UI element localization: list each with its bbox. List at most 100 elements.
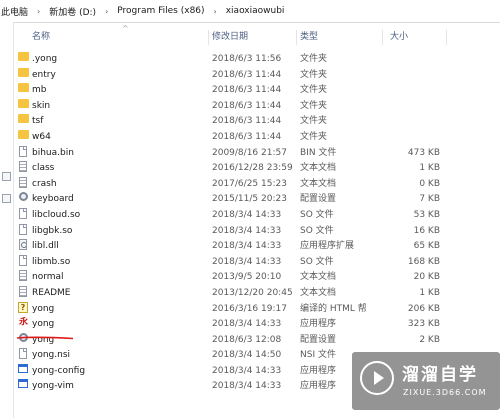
file-modified-date: 2018/6/3 11:44 [212, 69, 282, 80]
column-header-size[interactable]: 大小 [390, 28, 408, 46]
file-type: 应用程序 [300, 319, 337, 330]
app-icon: 永 [18, 317, 28, 328]
file-row[interactable]: class 2016/12/28 23:59 文本文档 1 KB [14, 161, 500, 177]
breadcrumb-separator[interactable]: › [206, 7, 225, 16]
file-type: 文本文档 [300, 287, 337, 298]
text-file-icon [19, 161, 27, 173]
pin-icon [2, 172, 11, 181]
file-row[interactable]: ? yong 2016/3/16 19:17 编译的 HTML 帮 206 KB [14, 301, 500, 318]
file-modified-date: 2018/6/3 11:44 [212, 116, 282, 127]
file-name: skin [32, 100, 51, 111]
file-row[interactable]: yong 2018/6/3 12:08 配置设置 2 KB [14, 332, 500, 349]
file-name: libgbk.so [32, 225, 73, 236]
file-name: w64 [32, 131, 51, 142]
column-headers: ^ 名称 修改日期 类型 大小 [14, 24, 500, 46]
window-app-icon [18, 379, 28, 389]
pin-icon [2, 194, 11, 203]
file-name: keyboard [32, 194, 74, 205]
file-type: SO 文件 [300, 225, 334, 236]
folder-icon [18, 98, 29, 108]
red-annotation-underline [16, 336, 74, 340]
config-file-icon [19, 192, 28, 202]
file-modified-date: 2015/11/5 20:23 [212, 194, 287, 205]
file-size: 206 KB [407, 303, 440, 314]
file-type: 文本文档 [300, 272, 337, 283]
file-icon [19, 145, 27, 157]
watermark-title: 溜溜自学 [402, 365, 478, 385]
column-header-type[interactable]: 类型 [300, 28, 318, 46]
file-modified-date: 2009/8/16 21:57 [212, 147, 287, 158]
help-file-icon: ? [18, 301, 28, 313]
file-row[interactable]: skin 2018/6/3 11:44 文件夹 [14, 98, 500, 115]
file-type: 文件夹 [300, 116, 328, 127]
column-divider[interactable] [382, 30, 383, 45]
file-size: 1 KB [419, 287, 440, 298]
file-modified-date: 2018/3/4 14:50 [212, 350, 282, 361]
address-bar[interactable]: 此电脑 › 新加卷 (D:) › Program Files (x86) › x… [0, 0, 500, 23]
folder-icon [18, 83, 29, 93]
file-row[interactable]: crash 2017/6/25 15:23 文本文档 0 KB [14, 176, 500, 193]
file-row[interactable]: libl.dll 2018/3/4 14:33 应用程序扩展 65 KB [14, 239, 500, 255]
folder-icon [18, 67, 29, 77]
breadcrumb-current-folder[interactable]: xiaoxiaowubi [225, 6, 286, 16]
file-size: 2 KB [419, 334, 440, 345]
file-name: crash [32, 178, 57, 189]
file-icon [19, 223, 27, 235]
breadcrumb-this-pc[interactable]: 此电脑 [0, 5, 29, 18]
column-divider[interactable] [446, 30, 447, 45]
file-modified-date: 2016/12/28 23:59 [212, 163, 293, 174]
file-modified-date: 2018/6/3 12:08 [212, 334, 282, 345]
breadcrumb-separator[interactable]: › [97, 7, 116, 16]
file-type: 文件夹 [300, 131, 328, 142]
breadcrumb-separator[interactable]: › [29, 7, 48, 16]
column-header-date[interactable]: 修改日期 [212, 28, 248, 46]
file-type: 文件夹 [300, 54, 328, 64]
file-row[interactable]: libcloud.so 2018/3/4 14:33 SO 文件 53 KB [14, 207, 500, 224]
breadcrumb-program-files[interactable]: Program Files (x86) [116, 6, 205, 16]
file-row[interactable]: bihua.bin 2009/8/16 21:57 BIN 文件 473 KB [14, 145, 500, 162]
file-row[interactable]: tsf 2018/6/3 11:44 文件夹 [14, 114, 500, 130]
file-row[interactable]: normal 2013/9/5 20:10 文本文档 20 KB [14, 270, 500, 286]
file-type: 配置设置 [300, 194, 337, 205]
file-modified-date: 2018/3/4 14:33 [212, 319, 282, 330]
file-row[interactable]: README 2013/12/20 20:45 文本文档 1 KB [14, 285, 500, 302]
file-row[interactable]: libmb.so 2018/3/4 14:33 SO 文件 168 KB [14, 254, 500, 271]
file-row[interactable]: mb 2018/6/3 11:44 文件夹 [14, 83, 500, 99]
file-size: 1 KB [419, 163, 440, 174]
file-name: README [32, 287, 71, 298]
file-name: mb [32, 85, 47, 96]
file-type: 文件夹 [300, 85, 328, 96]
watermark: 溜溜自学 ZIXUE.3D66.COM [352, 352, 500, 410]
file-name: bihua.bin [32, 147, 74, 158]
file-type: BIN 文件 [300, 147, 337, 158]
file-modified-date: 2018/6/3 11:56 [212, 54, 282, 64]
text-file-icon [19, 176, 27, 188]
navigation-pane-edge[interactable] [0, 22, 14, 418]
file-modified-date: 2018/3/4 14:33 [212, 256, 282, 267]
breadcrumb-drive[interactable]: 新加卷 (D:) [48, 5, 97, 18]
column-divider[interactable] [296, 30, 297, 45]
file-size: 53 KB [413, 209, 440, 220]
file-name: libcloud.so [32, 209, 81, 220]
file-row[interactable]: .yong 2018/6/3 11:56 文件夹 [14, 52, 500, 68]
column-divider[interactable] [208, 30, 209, 45]
file-type: 文本文档 [300, 163, 337, 174]
file-icon [19, 207, 27, 219]
file-row[interactable]: entry 2018/6/3 11:44 文件夹 [14, 67, 500, 84]
file-row[interactable]: w64 2018/6/3 11:44 文件夹 [14, 129, 500, 146]
file-icon [19, 348, 27, 360]
file-size: 473 KB [407, 147, 440, 158]
file-type: SO 文件 [300, 209, 334, 220]
file-modified-date: 2018/6/3 11:44 [212, 131, 282, 142]
file-name: tsf [32, 116, 44, 127]
file-name: yong [32, 303, 55, 314]
file-name: entry [32, 69, 56, 80]
dll-file-icon [19, 239, 27, 251]
file-row[interactable]: libgbk.so 2018/3/4 14:33 SO 文件 16 KB [14, 223, 500, 240]
file-type: 文件夹 [300, 100, 328, 111]
file-modified-date: 2018/3/4 14:33 [212, 381, 282, 392]
file-name: libl.dll [32, 241, 59, 252]
file-row[interactable]: 永 yong 2018/3/4 14:33 应用程序 323 KB [14, 317, 500, 333]
file-row[interactable]: keyboard 2015/11/5 20:23 配置设置 7 KB [14, 192, 500, 208]
column-header-name[interactable]: 名称 [32, 28, 50, 46]
